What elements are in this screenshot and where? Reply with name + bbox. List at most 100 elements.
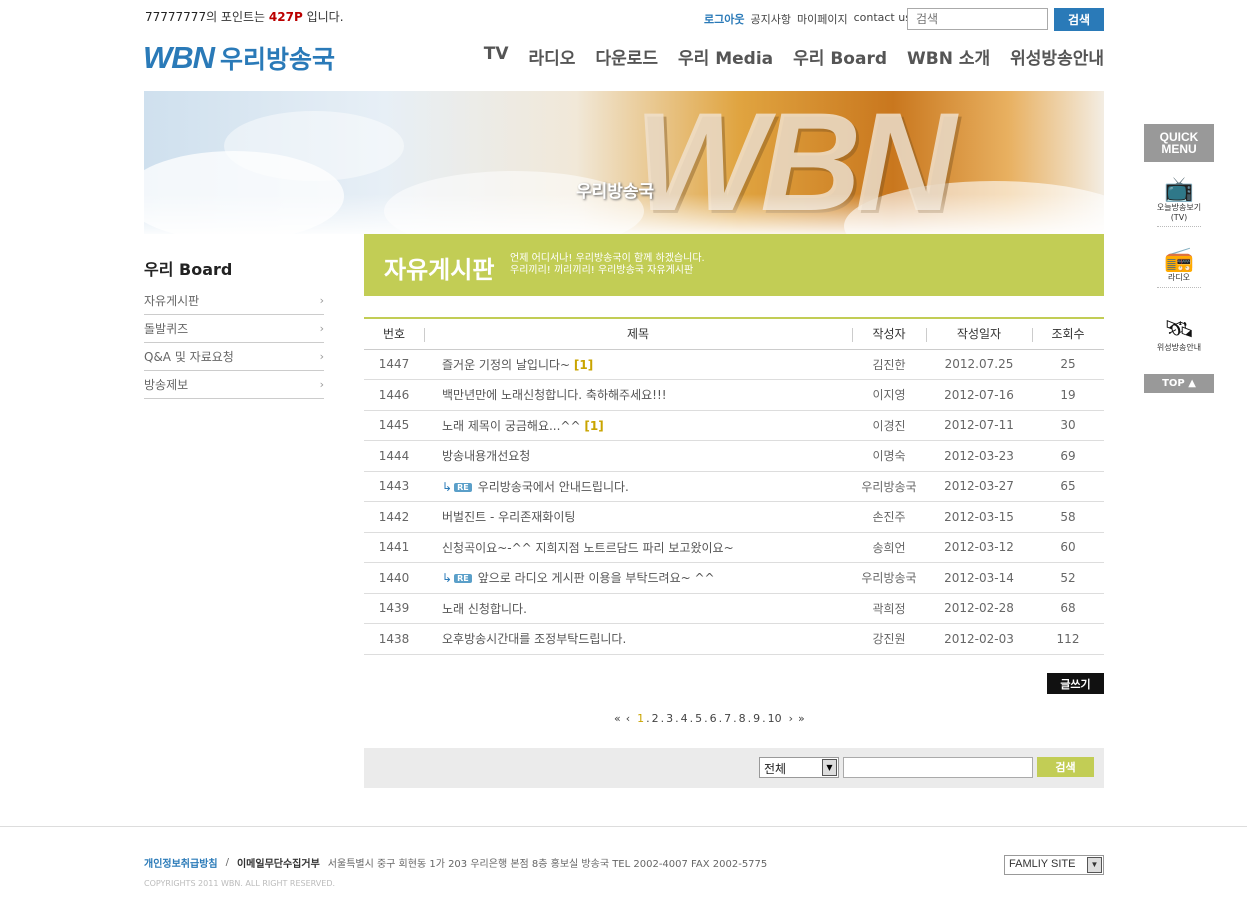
sidebar-item-free-board[interactable]: 자유게시판 › [144, 287, 324, 315]
family-site-label: FAMLIY SITE [1009, 858, 1076, 870]
top-search-input[interactable] [907, 8, 1048, 30]
row-subject[interactable]: 버벌진트 - 우리존재화이팅 [442, 510, 575, 524]
nav-item-download[interactable]: 다운로드 [595, 44, 658, 69]
table-row[interactable]: 1439 노래 신청합니다. 곽희정 2012-02-28 68 [364, 593, 1104, 624]
row-subject-cell[interactable]: 노래 제목이 궁금해요...^^ [1] [424, 410, 852, 441]
table-row[interactable]: 1447 즐거운 기정의 날입니다~ [1] 김진한 2012.07.25 25 [364, 349, 1104, 380]
table-row[interactable]: 1446 백만년만에 노래신청합니다. 축하해주세요!!! 이지영 2012-07-1… [364, 379, 1104, 411]
first-page-button[interactable]: « [614, 712, 621, 725]
row-author: 이명숙 [852, 440, 926, 472]
no-email-collection-link[interactable]: 이메일무단수집거부 [237, 855, 320, 870]
row-date: 2012-03-23 [926, 440, 1032, 472]
nav-item-radio[interactable]: 라디오 [529, 44, 576, 69]
table-row[interactable]: 1445 노래 제목이 궁금해요...^^ [1] 이경진 2012-07-11 30 [364, 410, 1104, 441]
site-logo[interactable]: WBN 우리방송국 [143, 40, 335, 76]
page-number[interactable]: 2 [652, 712, 659, 725]
logout-link[interactable]: 로그아웃 [704, 11, 744, 27]
reply-arrow-icon: ↳ [442, 571, 453, 586]
radio-icon: 📻 [1164, 245, 1194, 273]
row-subject-cell[interactable]: 오후방송시간대를 조정부탁드립니다. [424, 623, 852, 655]
page-number[interactable]: 1 [637, 712, 644, 725]
notice-link[interactable]: 공지사항 [750, 11, 790, 27]
row-subject-cell[interactable]: ↳ RE 앞으로 라디오 게시판 이용을 부탁드려요~ ^^ [424, 562, 852, 594]
page-separator: . [689, 712, 694, 725]
nav-item-board[interactable]: 우리 Board [793, 44, 887, 69]
chevron-right-icon: › [319, 294, 324, 307]
page-number[interactable]: 3 [666, 712, 673, 725]
page-number[interactable]: 10 [768, 712, 782, 725]
page-number[interactable]: 5 [695, 712, 702, 725]
board-search-button[interactable]: 검색 [1037, 757, 1094, 777]
table-row[interactable]: 1438 오후방송시간대를 조정부탁드립니다. 강진원 2012-02-03 112 [364, 623, 1104, 655]
search-scope-select[interactable]: 전체 ▼ [759, 757, 839, 778]
row-subject[interactable]: 우리방송국에서 안내드립니다. [478, 480, 629, 494]
row-views: 68 [1032, 593, 1104, 624]
points-value: 427P [268, 10, 303, 24]
table-row[interactable]: 1444 방송내용개선요청 이명숙 2012-03-23 69 [364, 440, 1104, 472]
family-site-select[interactable]: FAMLIY SITE ▼ [1004, 855, 1104, 875]
quick-item-satellite[interactable]: 🛰 위성방송안내 [1144, 302, 1214, 372]
nav-item-media[interactable]: 우리 Media [678, 44, 773, 69]
row-views: 112 [1032, 623, 1104, 655]
page-number[interactable]: 9 [753, 712, 760, 725]
board-search-input[interactable] [843, 757, 1033, 778]
quick-item-radio[interactable]: 📻 라디오 [1144, 232, 1214, 302]
nav-item-tv[interactable]: TV [484, 44, 509, 69]
row-subject-cell[interactable]: 버벌진트 - 우리존재화이팅 [424, 501, 852, 533]
row-subject-cell[interactable]: 노래 신청합니다. [424, 593, 852, 624]
quick-menu: QUICK MENU 📺 오늘방송보기 (TV) 📻 라디오 🛰 위성방송안내 … [1144, 124, 1214, 393]
row-subject[interactable]: 백만년만에 노래신청합니다. 축하해주세요!!! [442, 388, 667, 402]
row-author: 이지영 [852, 379, 926, 411]
row-subject[interactable]: 신청곡이요~-^^ 지희지점 노트르담드 파리 보고왔이요~ [442, 541, 734, 555]
table-row[interactable]: 1443 ↳ RE 우리방송국에서 안내드립니다. 우리방송국 2012-03-27 65 [364, 471, 1104, 502]
nav-item-about[interactable]: WBN 소개 [907, 44, 990, 69]
mypage-link[interactable]: 마이페이지 [797, 11, 848, 27]
nav-item-satellite[interactable]: 위성방송안내 [1010, 44, 1104, 69]
row-subject-cell[interactable]: 백만년만에 노래신청합니다. 축하해주세요!!! [424, 379, 852, 411]
row-subject[interactable]: 오후방송시간대를 조정부탁드립니다. [442, 632, 626, 646]
write-button[interactable]: 글쓰기 [1047, 673, 1104, 694]
board-desc-line2: 우리끼리! 끼리끼리! 우리방송국 자유게시판 [510, 265, 694, 276]
row-subject-cell[interactable]: 신청곡이요~-^^ 지희지점 노트르담드 파리 보고왔이요~ [424, 532, 852, 563]
board-table: 번호 제목 작성자 작성일자 조회수 1447 즐거운 기정의 날입니다~ [1]… [364, 317, 1104, 655]
row-subject-cell[interactable]: 즐거운 기정의 날입니다~ [1] [424, 349, 852, 380]
row-subject[interactable]: 노래 제목이 궁금해요...^^ [442, 419, 581, 433]
page-number[interactable]: 7 [724, 712, 731, 725]
sidebar-item-report[interactable]: 방송제보 › [144, 371, 324, 399]
row-subject-cell[interactable]: 방송내용개선요청 [424, 440, 852, 472]
col-subject: 제목 [424, 318, 852, 350]
privacy-policy-link[interactable]: 개인정보취급방침 [144, 855, 218, 870]
quick-item-tv[interactable]: 📺 오늘방송보기 (TV) [1144, 162, 1214, 232]
quick-item-label: 오늘방송보기 [1156, 203, 1202, 212]
page-number[interactable]: 4 [681, 712, 688, 725]
page-separator: . [718, 712, 723, 725]
row-number: 1447 [364, 349, 424, 380]
table-row[interactable]: 1440 ↳ RE 앞으로 라디오 게시판 이용을 부탁드려요~ ^^ 우리방송국 201… [364, 562, 1104, 594]
row-number: 1444 [364, 440, 424, 472]
row-subject-cell[interactable]: ↳ RE 우리방송국에서 안내드립니다. [424, 471, 852, 502]
row-date: 2012-03-14 [926, 562, 1032, 594]
row-subject[interactable]: 즐거운 기정의 날입니다~ [442, 358, 570, 372]
scroll-top-button[interactable]: TOP ▲ [1144, 374, 1214, 393]
table-row[interactable]: 1441 신청곡이요~-^^ 지희지점 노트르담드 파리 보고왔이요~ 송희언 201… [364, 532, 1104, 563]
prev-page-button[interactable]: ‹ [626, 712, 630, 725]
table-row[interactable]: 1442 버벌진트 - 우리존재화이팅 손진주 2012-03-15 58 [364, 501, 1104, 533]
row-subject[interactable]: 노래 신청합니다. [442, 602, 527, 616]
sidebar-item-quiz[interactable]: 돌발퀴즈 › [144, 315, 324, 343]
page-number[interactable]: 6 [710, 712, 717, 725]
sidebar-menu: 자유게시판 › 돌발퀴즈 › Q&A 및 자료요청 › 방송제보 › [144, 287, 324, 399]
row-subject[interactable]: 앞으로 라디오 게시판 이용을 부탁드려요~ ^^ [478, 571, 715, 585]
top-search-button[interactable]: 검색 [1054, 8, 1104, 31]
page-number[interactable]: 8 [739, 712, 746, 725]
chevron-down-icon[interactable]: ▼ [1087, 857, 1102, 873]
board-title: 자유게시판 [384, 256, 495, 284]
chevron-right-icon: › [319, 378, 324, 391]
next-page-button[interactable]: › [789, 712, 793, 725]
sidebar-item-qna[interactable]: Q&A 및 자료요청 › [144, 343, 324, 371]
row-subject[interactable]: 방송내용개선요청 [442, 449, 530, 463]
page-separator: . [660, 712, 665, 725]
contact-link[interactable]: contact us [854, 11, 911, 27]
logo-mark: WBN [143, 40, 215, 75]
last-page-button[interactable]: » [798, 712, 805, 725]
chevron-down-icon[interactable]: ▼ [822, 759, 837, 776]
